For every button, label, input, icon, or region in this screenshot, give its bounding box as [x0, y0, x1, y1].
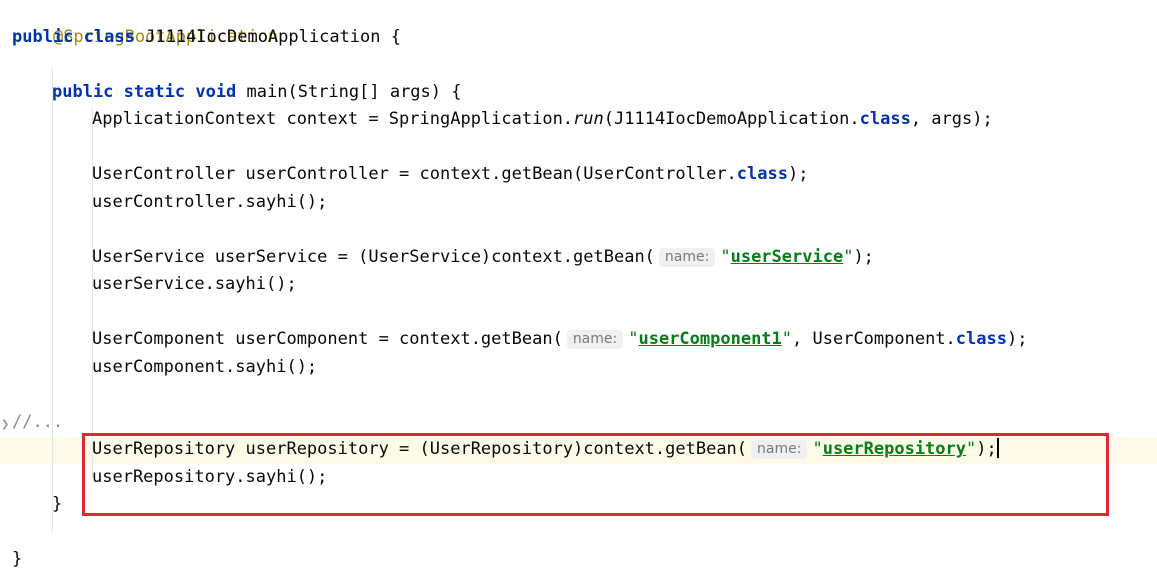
- keyword-token: public: [12, 27, 74, 47]
- code-line-7[interactable]: UserController userController = context.…: [92, 161, 808, 188]
- string-reference-link[interactable]: userService: [731, 247, 844, 267]
- string-quote: ": [628, 329, 639, 349]
- closing-brace: }: [52, 494, 63, 514]
- code-text: userController.sayhi();: [92, 192, 328, 212]
- static-method-token: run: [573, 109, 604, 129]
- code-line-1[interactable]: @SpringBootApplication: [12, 0, 278, 47]
- code-line-14[interactable]: userComponent.sayhi();: [92, 354, 317, 381]
- keyword-token: class: [736, 164, 788, 184]
- code-editor[interactable]: @SpringBootApplication public class J111…: [0, 0, 1157, 587]
- code-text: userComponent.sayhi();: [92, 357, 318, 377]
- code-text: userService.sayhi();: [92, 274, 297, 294]
- code-line-16[interactable]: //...: [12, 409, 63, 436]
- keyword-token: public: [52, 82, 114, 102]
- code-line-13[interactable]: UserComponent userComponent = context.ge…: [92, 326, 1027, 353]
- code-line-19[interactable]: }: [52, 491, 62, 518]
- keyword-token: void: [195, 82, 237, 102]
- code-text: );: [787, 164, 809, 184]
- code-line-5[interactable]: ApplicationContext context = SpringAppli…: [92, 106, 993, 133]
- code-text: ApplicationContext context = SpringAppli…: [92, 109, 574, 129]
- code-line-8[interactable]: userController.sayhi();: [92, 189, 327, 216]
- keyword-token: class: [955, 329, 1007, 349]
- keyword-token: class: [859, 109, 911, 129]
- indent-guide: [52, 67, 53, 533]
- code-line-21[interactable]: }: [12, 546, 22, 573]
- keyword-token: static: [123, 82, 186, 102]
- folded-comment[interactable]: //...: [12, 412, 63, 432]
- code-text: , args);: [910, 109, 993, 129]
- string-quote: ": [843, 247, 854, 267]
- keyword-token: class: [83, 27, 135, 47]
- string-quote: ": [781, 329, 793, 349]
- code-line-10[interactable]: UserService userService = (UserService)c…: [92, 244, 874, 271]
- code-text: );: [1006, 329, 1028, 349]
- code-line-11[interactable]: userService.sayhi();: [92, 271, 297, 298]
- closing-brace: }: [12, 549, 23, 569]
- code-text: , UserComponent.: [792, 329, 956, 349]
- code-text: UserComponent userComponent = context.ge…: [92, 329, 563, 349]
- code-text: );: [853, 247, 874, 267]
- string-reference-link[interactable]: userComponent1: [638, 329, 781, 349]
- code-text: UserController userController = context.…: [92, 164, 737, 184]
- string-quote: ": [720, 247, 731, 267]
- red-highlight-box: [82, 433, 1109, 516]
- code-text: main(String[] args) {: [246, 82, 462, 102]
- code-text: J1114IocDemoApplication {: [145, 27, 401, 47]
- code-line-2[interactable]: public class J1114IocDemoApplication {: [12, 24, 401, 51]
- parameter-hint: name:: [566, 330, 624, 349]
- code-text: UserService userService = (UserService)c…: [92, 247, 655, 267]
- parameter-hint: name:: [658, 248, 716, 267]
- fold-expand-icon[interactable]: ❯: [1, 419, 9, 430]
- code-text: (J1114IocDemoApplication.: [603, 109, 860, 129]
- code-line-4[interactable]: public static void main(String[] args) {: [52, 79, 461, 106]
